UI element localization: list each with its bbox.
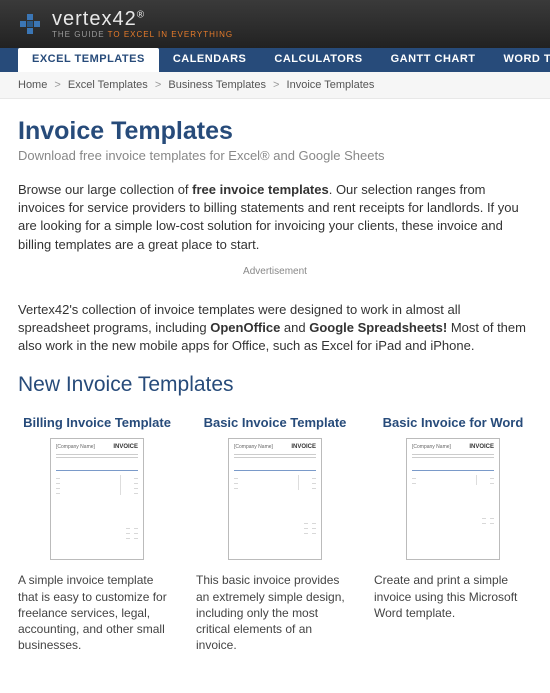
card-description: This basic invoice provides an extremely… <box>196 572 354 653</box>
card-title-link[interactable]: Billing Invoice Template <box>18 415 176 430</box>
crumb-excel-templates[interactable]: Excel Templates <box>68 79 148 91</box>
nav-calculators[interactable]: CALCULATORS <box>260 48 376 72</box>
site-header: vertex42® THE GUIDE TO EXCEL IN EVERYTHI… <box>0 0 550 48</box>
nav-word-templates[interactable]: WORD TEMPLATES <box>490 48 550 72</box>
crumb-sep: > <box>273 79 279 91</box>
nav-gantt-chart[interactable]: GANTT CHART <box>377 48 490 72</box>
template-card: Basic Invoice for Word [Company Name]INV… <box>374 415 532 653</box>
card-description: Create and print a simple invoice using … <box>374 572 532 621</box>
section-title: New Invoice Templates <box>18 373 532 397</box>
template-card: Billing Invoice Template [Company Name]I… <box>18 415 176 653</box>
card-title-link[interactable]: Basic Invoice Template <box>196 415 354 430</box>
intro-paragraph-2: Vertex42's collection of invoice templat… <box>18 301 532 356</box>
crumb-current: Invoice Templates <box>287 79 375 91</box>
logo[interactable]: vertex42® THE GUIDE TO EXCEL IN EVERYTHI… <box>18 9 233 39</box>
crumb-sep: > <box>155 79 161 91</box>
advertisement-label: Advertisement <box>18 266 532 277</box>
crumb-business-templates[interactable]: Business Templates <box>168 79 266 91</box>
brand-name: vertex42® <box>52 9 233 29</box>
logo-icon <box>18 10 46 38</box>
crumb-sep: > <box>54 79 60 91</box>
template-card: Basic Invoice Template [Company Name]INV… <box>196 415 354 653</box>
template-thumbnail[interactable]: [Company Name]INVOICE —— —— —— —— —— —— <box>228 438 322 560</box>
main-content: Invoice Templates Download free invoice … <box>0 99 550 693</box>
main-nav: EXCEL TEMPLATES CALENDARS CALCULATORS GA… <box>0 48 550 72</box>
tagline: THE GUIDE TO EXCEL IN EVERYTHING <box>52 31 233 39</box>
breadcrumb: Home > Excel Templates > Business Templa… <box>0 72 550 99</box>
page-subtitle: Download free invoice templates for Exce… <box>18 148 532 163</box>
card-title-link[interactable]: Basic Invoice for Word <box>374 415 532 430</box>
intro-paragraph-1: Browse our large collection of free invo… <box>18 181 532 254</box>
page-title: Invoice Templates <box>18 117 532 146</box>
template-thumbnail[interactable]: [Company Name]INVOICE —— —— —— —— <box>406 438 500 560</box>
nav-calendars[interactable]: CALENDARS <box>159 48 261 72</box>
card-description: A simple invoice template that is easy t… <box>18 572 176 653</box>
nav-excel-templates[interactable]: EXCEL TEMPLATES <box>18 48 159 72</box>
template-thumbnail[interactable]: [Company Name]INVOICE —— —— —— —— —— —— … <box>50 438 144 560</box>
crumb-home[interactable]: Home <box>18 79 47 91</box>
template-grid: Billing Invoice Template [Company Name]I… <box>18 415 532 653</box>
